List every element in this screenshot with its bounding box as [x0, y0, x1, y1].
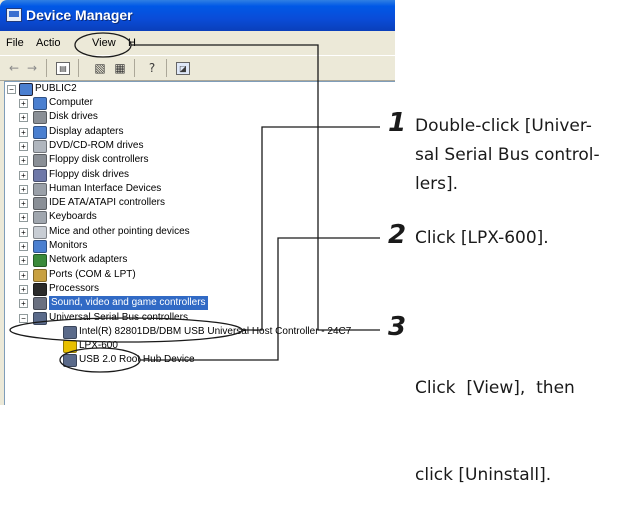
step1-text: Double-click [Univer- sal Serial Bus con…: [415, 112, 600, 199]
step1-line: lers].: [415, 174, 459, 194]
step3-leader-line: [131, 44, 380, 331]
step3-number: 3: [388, 312, 407, 342]
step1-line: Double-click [Univer-: [415, 116, 592, 136]
step2-leader-line: [140, 237, 380, 361]
step3-line: Click [View], then: [415, 378, 575, 398]
step3-text: Click [View], then click [Uninstall].: [415, 316, 575, 519]
step3-line: click [Uninstall].: [415, 465, 552, 485]
step1-number: 1: [388, 108, 407, 138]
view-menu-highlight: [74, 32, 132, 58]
step1-line: sal Serial Bus control-: [415, 145, 600, 165]
lpx600-highlight: [59, 347, 141, 373]
step1-leader-line: [242, 126, 380, 331]
usb-controllers-highlight: [9, 317, 243, 343]
step2-number: 2: [388, 220, 407, 250]
step2-text: Click [LPX-600].: [415, 224, 549, 253]
step2-line: Click [LPX-600].: [415, 228, 549, 248]
